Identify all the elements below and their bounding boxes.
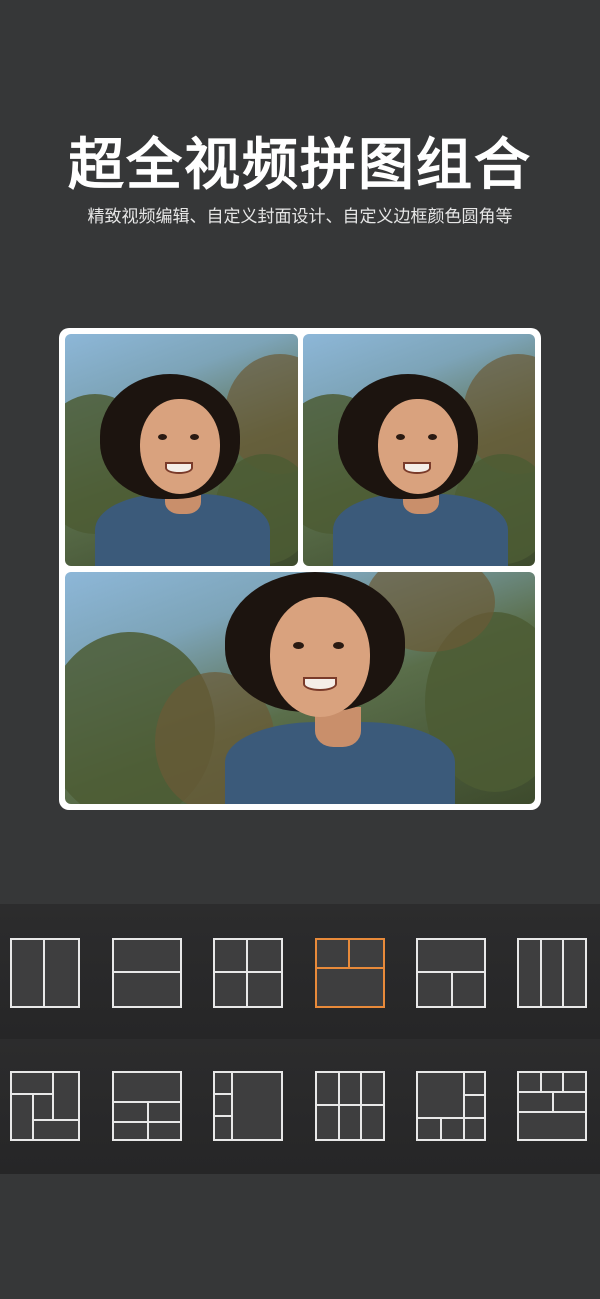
template-row-1	[0, 904, 600, 1039]
layout-1-top-2-bottom[interactable]	[416, 938, 486, 1008]
photo-top-left[interactable]	[65, 334, 298, 566]
template-row-2	[0, 1039, 600, 1174]
layout-2x2-grid[interactable]	[213, 938, 283, 1008]
photo-top-right[interactable]	[303, 334, 535, 566]
layout-3-top-2-mid-1-bottom[interactable]	[517, 1071, 587, 1141]
layout-template-panel	[0, 904, 600, 1174]
layout-2-columns[interactable]	[10, 938, 80, 1008]
page-title: 超全视频拼图组合	[68, 133, 532, 198]
layout-2-top-1-bottom[interactable]	[315, 938, 385, 1008]
collage-preview	[59, 328, 541, 810]
layout-spiral[interactable]	[10, 1071, 80, 1141]
layout-3-columns[interactable]	[517, 938, 587, 1008]
page-subtitle: 精致视频编辑、自定义封面设计、自定义边框颜色圆角等	[87, 207, 513, 227]
layout-2-rows[interactable]	[112, 938, 182, 1008]
layout-1-top-3-bottom[interactable]	[112, 1071, 182, 1141]
layout-narrow-left-wide-right[interactable]	[213, 1071, 283, 1141]
layout-3-columns-split[interactable]	[315, 1071, 385, 1141]
photo-bottom[interactable]	[65, 572, 535, 804]
layout-big-left-stack-right[interactable]	[416, 1071, 486, 1141]
